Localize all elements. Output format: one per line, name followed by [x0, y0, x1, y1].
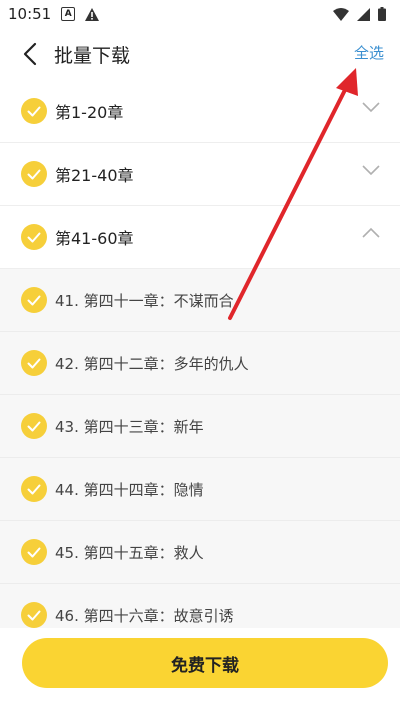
select-all-button[interactable]: 全选 [354, 42, 384, 63]
battery-icon [378, 7, 386, 21]
wifi-icon [333, 7, 349, 21]
checked-icon[interactable] [21, 476, 47, 502]
signal-icon [357, 7, 370, 21]
checked-icon[interactable] [21, 98, 47, 124]
checked-icon[interactable] [21, 413, 47, 439]
chapter-group-row[interactable]: 第21-40章 [0, 143, 400, 206]
chevron-down-icon[interactable] [362, 164, 380, 176]
chapter-item[interactable]: 41. 第四十一章：不谋而合 [0, 269, 400, 332]
chapter-group-row[interactable]: 第41-60章 [0, 206, 400, 269]
chapter-title: 44. 第四十四章：隐情 [55, 480, 204, 499]
chapter-item[interactable]: 43. 第四十三章：新年 [0, 395, 400, 458]
a-notification-icon: A [61, 7, 76, 21]
chapter-title: 42. 第四十二章：多年的仇人 [55, 354, 249, 373]
warning-icon [85, 7, 100, 21]
chapter-group-row[interactable]: 第1-20章 [0, 80, 400, 143]
checked-icon[interactable] [21, 287, 47, 313]
checked-icon[interactable] [21, 539, 47, 565]
checked-icon[interactable] [21, 350, 47, 376]
chevron-up-icon[interactable] [362, 227, 380, 239]
chapter-title: 43. 第四十三章：新年 [55, 417, 204, 436]
chapter-group-label: 第41-60章 [55, 229, 134, 248]
back-button[interactable] [10, 34, 50, 74]
chapter-group-list: 第1-20章 第21-40章 第41-60章 41. 第四十一章：不谋而合 42… [0, 80, 400, 647]
checked-icon[interactable] [21, 224, 47, 250]
checked-icon[interactable] [21, 602, 47, 628]
chapter-item[interactable]: 44. 第四十四章：隐情 [0, 458, 400, 521]
chevron-down-icon[interactable] [362, 101, 380, 113]
chevron-left-icon [23, 42, 37, 66]
chapter-item[interactable]: 45. 第四十五章：救人 [0, 521, 400, 584]
page-title: 批量下载 [54, 44, 131, 67]
status-time: 10:51 [8, 5, 52, 23]
status-bar: 10:51 A [0, 0, 400, 28]
checked-icon[interactable] [21, 161, 47, 187]
chapter-group-label: 第21-40章 [55, 166, 134, 185]
header: 批量下载 全选 [0, 28, 400, 80]
chapter-item[interactable]: 42. 第四十二章：多年的仇人 [0, 332, 400, 395]
chapter-group-label: 第1-20章 [55, 103, 124, 122]
free-download-button[interactable]: 免费下载 [22, 638, 388, 688]
chapter-title: 45. 第四十五章：救人 [55, 543, 204, 562]
chapter-title: 46. 第四十六章：故意引诱 [55, 606, 234, 625]
chapter-title: 41. 第四十一章：不谋而合 [55, 291, 234, 310]
bottom-bar: 免费下载 [0, 628, 400, 710]
